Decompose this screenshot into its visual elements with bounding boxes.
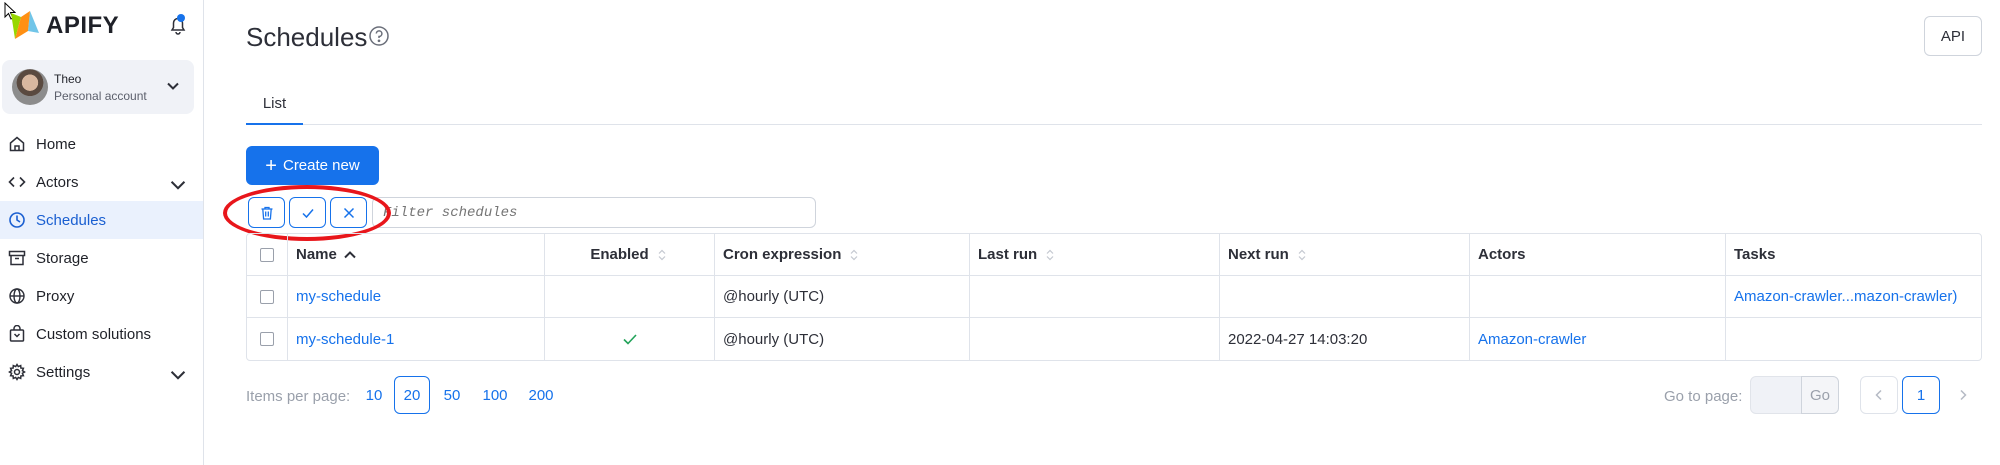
sidebar-item-settings[interactable]: Settings <box>0 353 203 391</box>
logo-text: APIFY <box>46 12 120 39</box>
task-link[interactable]: Amazon-crawler...mazon-crawler) <box>1734 288 1957 305</box>
column-header-label: Tasks <box>1734 246 1776 263</box>
enabled-cell <box>545 276 715 317</box>
go-button[interactable]: Go <box>1801 376 1839 414</box>
chevron-down-icon <box>170 181 186 190</box>
sidebar-item-label: Settings <box>36 363 91 381</box>
sort-icon <box>1298 249 1306 260</box>
column-header-label: Next run <box>1228 246 1289 263</box>
enable-selected-button[interactable] <box>289 197 326 228</box>
column-header-last-run[interactable]: Last run <box>970 234 1220 275</box>
sort-ascending-icon <box>344 250 356 258</box>
cron-expression: @hourly (UTC) <box>723 288 825 305</box>
schedules-table: Name Enabled Cron expression Last run Ne… <box>246 233 1982 361</box>
chevron-down-icon <box>170 371 186 380</box>
items-per-page-label: Items per page: <box>246 388 351 405</box>
current-page-button[interactable]: 1 <box>1902 376 1940 414</box>
sidebar-item-home[interactable]: Home <box>0 125 203 163</box>
table-row[interactable]: my-schedule-1 @hourly (UTC) 2022-04-27 1… <box>247 318 1981 360</box>
items-per-page-option[interactable]: 200 <box>524 376 558 414</box>
sort-icon <box>850 249 858 260</box>
items-per-page-option[interactable]: 10 <box>361 376 387 414</box>
schedule-name-link[interactable]: my-schedule-1 <box>296 331 394 348</box>
tab-bar: List <box>246 84 1982 125</box>
help-icon[interactable] <box>368 25 390 47</box>
sidebar: APIFY Theo Personal account Home Actors … <box>0 0 204 465</box>
notification-dot <box>177 14 185 22</box>
column-header-label: Cron expression <box>723 246 842 263</box>
delete-selected-button[interactable] <box>248 197 285 228</box>
column-header-label: Actors <box>1478 246 1526 263</box>
items-per-page-option[interactable]: 100 <box>478 376 512 414</box>
sidebar-item-label: Custom solutions <box>36 325 152 343</box>
sidebar-item-proxy[interactable]: Proxy <box>0 277 203 315</box>
sidebar-item-label: Storage <box>36 249 89 267</box>
column-header-label: Last run <box>978 246 1038 263</box>
items-per-page-option-selected[interactable]: 20 <box>394 376 430 414</box>
sidebar-item-label: Proxy <box>36 287 75 305</box>
plus-icon: + <box>265 154 277 177</box>
gear-icon <box>8 363 26 381</box>
check-icon <box>301 208 314 218</box>
api-button[interactable]: API <box>1924 16 1982 56</box>
disable-selected-button[interactable] <box>330 197 367 228</box>
home-icon <box>9 136 25 152</box>
sidebar-nav: Home Actors Schedules Storage Proxy Cust… <box>0 125 203 391</box>
schedule-name-link[interactable]: my-schedule <box>296 288 381 305</box>
column-header-enabled[interactable]: Enabled <box>545 234 715 275</box>
column-header-next-run[interactable]: Next run <box>1220 234 1470 275</box>
account-name: Theo <box>54 71 82 86</box>
sidebar-item-label: Actors <box>36 173 79 191</box>
sidebar-item-custom-solutions[interactable]: Custom solutions <box>0 315 203 353</box>
create-new-button[interactable]: + Create new <box>246 146 379 185</box>
next-run: 2022-04-27 14:03:20 <box>1228 330 1368 348</box>
trash-icon <box>261 206 272 220</box>
chevron-down-icon <box>167 82 179 90</box>
globe-icon <box>9 288 25 304</box>
page-title: Schedules <box>246 22 368 52</box>
column-header-label: Name <box>296 246 337 263</box>
create-new-label: Create new <box>282 157 360 174</box>
table-header-row: Name Enabled Cron expression Last run Ne… <box>247 234 1981 276</box>
row-checkbox[interactable] <box>260 289 274 304</box>
column-header-actors: Actors <box>1470 234 1726 275</box>
apify-logo-icon <box>11 11 39 39</box>
sort-icon <box>1046 249 1054 260</box>
sidebar-item-label: Schedules <box>36 211 107 229</box>
tab-list[interactable]: List <box>246 84 303 125</box>
chevron-left-icon <box>1875 389 1882 401</box>
table-row[interactable]: my-schedule @hourly (UTC) Amazon-crawler… <box>247 276 1981 318</box>
items-per-page-option[interactable]: 50 <box>438 376 466 414</box>
account-type: Personal account <box>54 88 147 103</box>
bag-icon <box>9 325 25 342</box>
next-page-button[interactable] <box>1944 376 1982 414</box>
row-checkbox[interactable] <box>260 332 274 346</box>
sidebar-item-label: Home <box>36 135 77 153</box>
avatar <box>12 69 48 105</box>
select-all-checkbox[interactable] <box>260 247 274 262</box>
actor-link[interactable]: Amazon-crawler <box>1478 331 1586 348</box>
clock-icon <box>9 212 25 228</box>
sort-icon <box>658 249 666 260</box>
code-icon <box>8 176 26 188</box>
archive-icon <box>8 250 26 266</box>
account-switcher[interactable]: Theo Personal account <box>2 60 194 114</box>
check-icon <box>622 334 637 345</box>
column-header-label: Enabled <box>590 246 649 263</box>
previous-page-button[interactable] <box>1860 376 1898 414</box>
apify-logo[interactable]: APIFY <box>8 8 119 44</box>
sidebar-item-storage[interactable]: Storage <box>0 239 203 277</box>
enabled-cell <box>545 318 715 360</box>
filter-schedules-input[interactable] <box>372 197 816 228</box>
sidebar-item-schedules[interactable]: Schedules <box>0 201 203 239</box>
sidebar-item-actors[interactable]: Actors <box>0 163 203 201</box>
close-icon <box>343 207 354 218</box>
chevron-right-icon <box>1960 389 1967 401</box>
column-header-cron-expression[interactable]: Cron expression <box>715 234 970 275</box>
go-to-page-input[interactable] <box>1750 376 1802 414</box>
column-header-tasks: Tasks <box>1726 234 1983 275</box>
go-to-page-label: Go to page: <box>1664 388 1743 405</box>
column-header-name[interactable]: Name <box>288 234 545 275</box>
cron-expression: @hourly (UTC) <box>723 330 825 348</box>
